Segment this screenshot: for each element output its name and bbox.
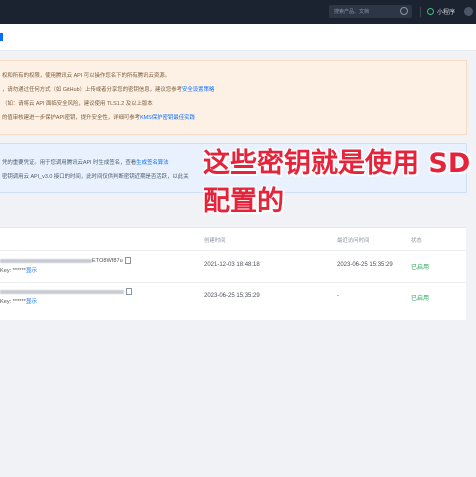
search-placeholder: 搜索产品、文档 (334, 9, 370, 15)
info-line: 凭的重要凭证。用于您调用腾讯云API 时生成签名，查看生成签名算法 (2, 158, 169, 166)
column-header-last-access: 最近访问时间 (337, 238, 370, 244)
warning-text: ，请勿通过任何方式（如 GitHub）上传或者分享您的密钥信息，建议您参考 (2, 87, 182, 93)
top-navigation-bar: 搜索产品、文档 小程序 (0, 0, 476, 24)
divider (420, 7, 421, 17)
secret-key-cell: Key: ******显示 (0, 297, 37, 305)
column-header-created: 创建时间 (204, 238, 226, 244)
secret-key-masked: Key: ****** (0, 268, 26, 274)
mini-program-link[interactable]: 小程序 (437, 7, 455, 16)
redacted-secret-id (0, 258, 92, 263)
secret-id-cell (0, 288, 132, 295)
info-line: 密钥调用云 API_v3.0 接口的时间，此时间仅供判断密钥近期是否活跃，以此关 (2, 172, 189, 180)
signature-algorithm-link[interactable]: 生成签名算法 (136, 160, 168, 166)
avatar[interactable] (464, 7, 473, 16)
security-warning-notice: 权和所有的权限，使用腾讯云 API 可以操作您名下的所有腾讯云资源。 ，请勿通过… (0, 60, 467, 135)
page-header (0, 24, 476, 51)
header-accent (0, 33, 3, 41)
warning-line: 的值审核建进一步保护API密钥，提升安全性，详细可参考KMS保护密钥最佳实践 (2, 113, 195, 121)
redacted-secret-id (0, 289, 124, 294)
show-key-link[interactable]: 显示 (26, 299, 37, 305)
info-text: 密钥调用云 API_v3.0 接口的时间，此时间仅供判断密钥近期是否活跃，以此关 (2, 174, 189, 180)
column-header-status: 状态 (411, 238, 422, 244)
warning-line: （如：请将云 API 面临安全风险，建议使用 TLS1.2 及以上版本 (2, 99, 153, 107)
secret-key-masked: Key: ****** (0, 299, 26, 305)
secret-id-tail: ETO8Wf87u (92, 257, 123, 264)
security-policy-link[interactable]: 安全设置策略 (182, 87, 214, 93)
last-access-time: 2023-06-25 15:35:29 (337, 262, 393, 268)
warning-text: 权和所有的权限，使用腾讯云 API 可以操作您名下的所有腾讯云资源。 (2, 73, 171, 79)
warning-text: （如：请将云 API 面临安全风险，建议使用 TLS1.2 及以上版本 (2, 101, 153, 107)
warning-line: 权和所有的权限，使用腾讯云 API 可以操作您名下的所有腾讯云资源。 (2, 71, 170, 79)
row-divider (0, 282, 466, 283)
secret-key-cell: Key: ******显示 (0, 266, 37, 274)
secret-id-cell: ETO8Wf87u (0, 257, 131, 264)
created-time: 2023-06-25 15:35:29 (204, 293, 260, 299)
overlay-caption-line-2: 配置的 (203, 186, 284, 217)
kms-best-practice-link[interactable]: KMS保护密钥最佳实践 (140, 115, 195, 121)
last-access-time: - (337, 293, 339, 299)
row-divider (0, 250, 466, 251)
api-keys-table: 创建时间 最近访问时间 状态 ETO8Wf87u Key: ******显示 2… (0, 227, 466, 320)
search-icon[interactable] (400, 7, 408, 15)
search-input[interactable]: 搜索产品、文档 (329, 5, 412, 18)
mini-program-icon[interactable] (427, 8, 434, 15)
status-badge: 已启用 (411, 296, 430, 302)
info-text: 凭的重要凭证。用于您调用腾讯云API 时生成签名，查看 (2, 160, 137, 166)
overlay-caption-line-1: 这些密钥就是使用 SD (203, 148, 471, 179)
copy-icon[interactable] (124, 257, 131, 264)
warning-text: 的值审核建进一步保护API密钥，提升安全性，详细可参考 (2, 115, 141, 121)
warning-line: ，请勿通过任何方式（如 GitHub）上传或者分享您的密钥信息，建议您参考安全设… (2, 85, 214, 93)
status-badge: 已启用 (411, 265, 430, 271)
created-time: 2021-12-03 18:48:18 (204, 262, 260, 268)
show-key-link[interactable]: 显示 (26, 268, 37, 274)
copy-icon[interactable] (126, 288, 132, 295)
